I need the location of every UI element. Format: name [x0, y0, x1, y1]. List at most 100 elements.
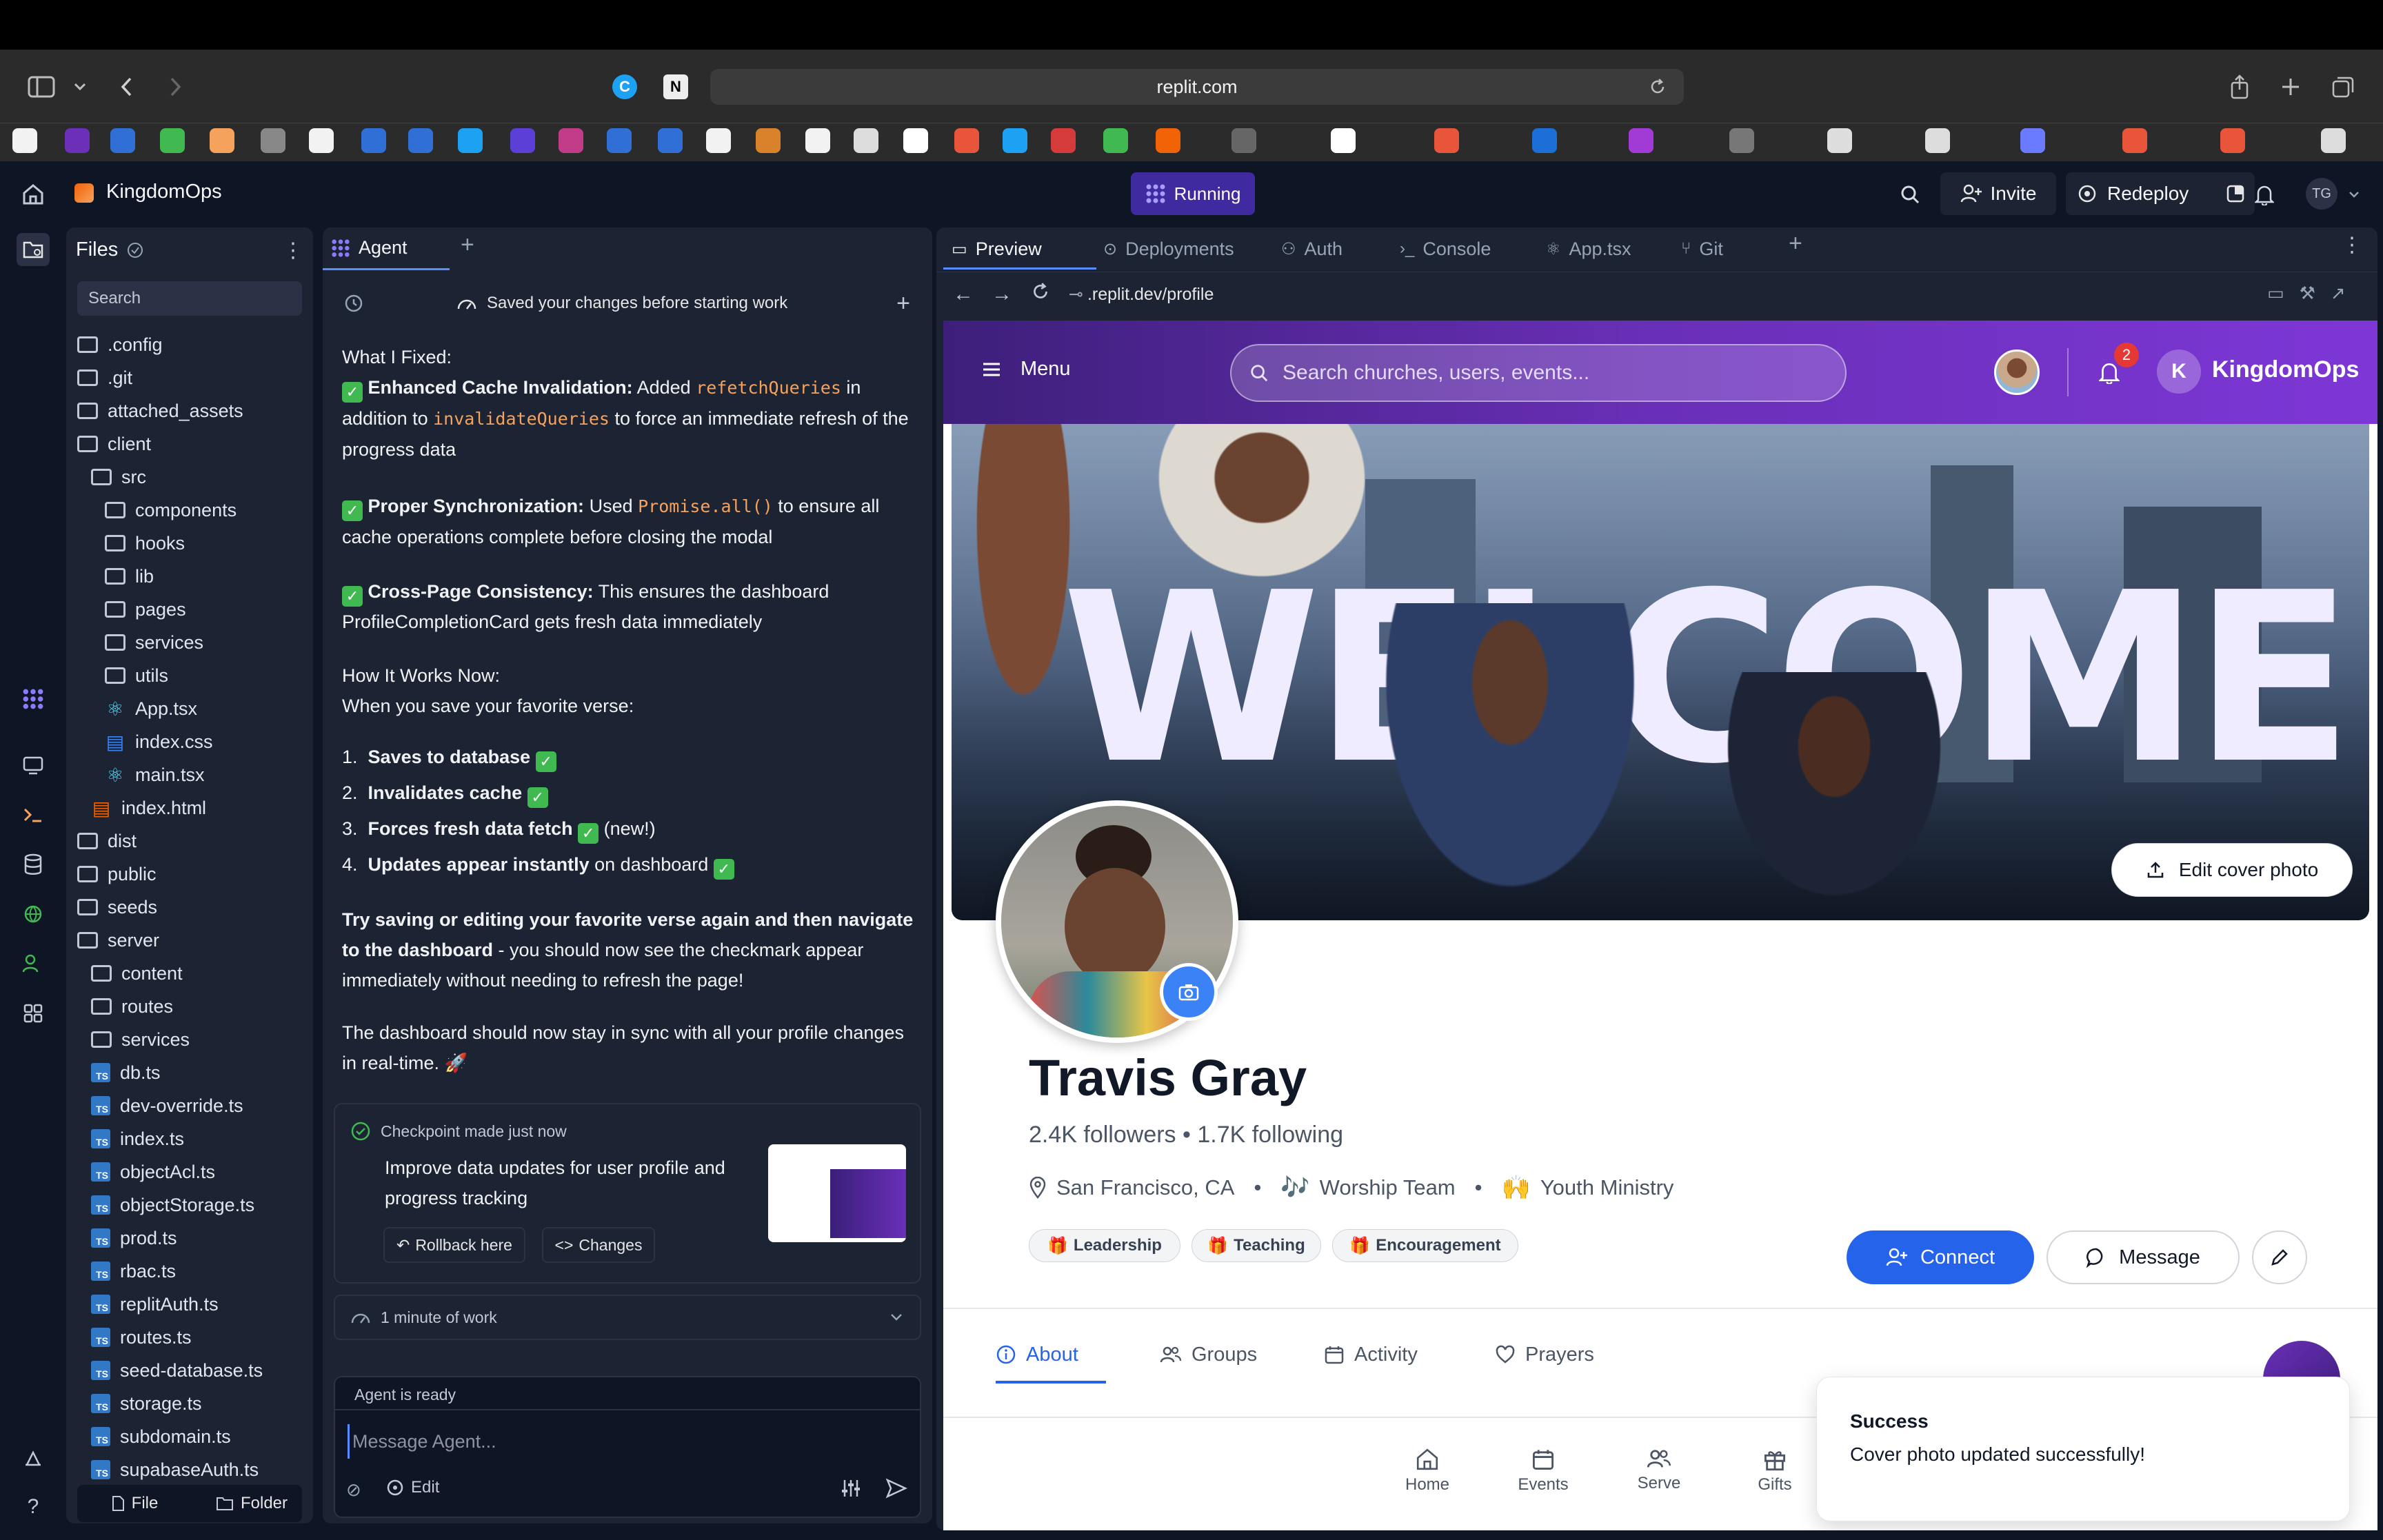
- folder-item[interactable]: routes: [91, 990, 173, 1023]
- new-file-button[interactable]: File: [83, 1488, 186, 1519]
- bookmark-icon[interactable]: [1729, 128, 1754, 153]
- tab-app-tsx[interactable]: ⚛ App.tsx: [1546, 234, 1631, 263]
- chevron-down-icon[interactable]: [2339, 179, 2369, 210]
- bookmark-icon[interactable]: [756, 128, 781, 153]
- extension-c-icon[interactable]: C: [612, 74, 637, 99]
- folder-item[interactable]: attached_assets: [77, 394, 243, 427]
- folder-item[interactable]: server: [77, 924, 159, 957]
- add-tab-icon[interactable]: +: [461, 232, 474, 259]
- follow-stats[interactable]: 2.4K followers • 1.7K following: [1029, 1122, 1343, 1148]
- bookmark-icon[interactable]: [1434, 128, 1459, 153]
- bookmark-icon[interactable]: [954, 128, 979, 153]
- file-item[interactable]: ▤ index.html: [91, 791, 206, 824]
- folder-item[interactable]: services: [91, 1023, 190, 1056]
- nav-gifts[interactable]: Gifts: [1727, 1448, 1823, 1495]
- work-time-row[interactable]: 1 minute of work: [334, 1295, 921, 1340]
- folder-item[interactable]: .config: [77, 328, 163, 361]
- users-icon[interactable]: [17, 947, 50, 980]
- tab-deployments[interactable]: ⊙ Deployments: [1103, 234, 1234, 263]
- bookmark-icon[interactable]: [559, 128, 583, 153]
- preview-menu-icon[interactable]: ⋮: [2342, 233, 2362, 257]
- new-tab-icon[interactable]: [2275, 72, 2306, 102]
- tab-agent[interactable]: Agent: [323, 227, 450, 270]
- file-item[interactable]: TS db.ts: [91, 1056, 161, 1089]
- folder-item[interactable]: dist: [77, 824, 137, 858]
- edit-cover-button[interactable]: Edit cover photo: [2111, 843, 2353, 897]
- bookmark-icon[interactable]: [1827, 128, 1852, 153]
- file-item[interactable]: TS dev-override.ts: [91, 1089, 243, 1122]
- sidebar-toggle-icon[interactable]: [26, 72, 57, 102]
- bookmark-icon[interactable]: [658, 128, 683, 153]
- bookmark-icon[interactable]: [2122, 128, 2147, 153]
- home-icon[interactable]: [17, 178, 50, 211]
- file-item[interactable]: TS routes.ts: [91, 1321, 192, 1354]
- folder-item[interactable]: client: [77, 427, 151, 460]
- user-avatar[interactable]: TG: [2306, 178, 2337, 210]
- file-item[interactable]: ⚛ App.tsx: [105, 692, 197, 725]
- bookmark-icon[interactable]: [1231, 128, 1256, 153]
- settings-sliders-icon[interactable]: [840, 1478, 862, 1499]
- folder-item[interactable]: content: [91, 957, 183, 990]
- bookmark-icon[interactable]: [854, 128, 878, 153]
- files-menu-icon[interactable]: ⋮: [283, 239, 303, 263]
- bookmark-icon[interactable]: [261, 128, 285, 153]
- folder-item[interactable]: .git: [77, 361, 132, 394]
- devices-icon[interactable]: ▭: [2267, 283, 2284, 304]
- notion-icon[interactable]: N: [663, 74, 688, 99]
- folder-item[interactable]: hooks: [105, 527, 185, 560]
- file-item[interactable]: ▤ index.css: [105, 725, 213, 758]
- file-item[interactable]: TS rbac.ts: [91, 1255, 176, 1288]
- preview-forward-icon[interactable]: →: [992, 283, 1012, 306]
- nav-serve[interactable]: Serve: [1611, 1448, 1707, 1493]
- tab-about[interactable]: About: [996, 1327, 1078, 1382]
- folder-item[interactable]: utils: [105, 659, 168, 692]
- bookmark-icon[interactable]: [903, 128, 928, 153]
- bookmark-icon[interactable]: [1103, 128, 1128, 153]
- files-icon[interactable]: [17, 233, 50, 266]
- folder-item[interactable]: src: [91, 460, 146, 494]
- forward-icon[interactable]: [160, 72, 190, 102]
- bookmark-icon[interactable]: [12, 128, 37, 153]
- wrench-icon[interactable]: ⚒: [2300, 283, 2315, 304]
- repl-name[interactable]: KingdomOps: [106, 181, 222, 203]
- folder-item[interactable]: components: [105, 494, 237, 527]
- bookmark-icon[interactable]: [706, 128, 731, 153]
- bookmark-icon[interactable]: [361, 128, 386, 153]
- new-folder-button[interactable]: Folder: [200, 1488, 303, 1519]
- preview-rail-icon[interactable]: [17, 749, 50, 782]
- bookmark-icon[interactable]: [309, 128, 334, 153]
- change-photo-button[interactable]: [1160, 963, 1218, 1021]
- folder-item[interactable]: lib: [105, 560, 154, 593]
- bookmark-icon[interactable]: [160, 128, 185, 153]
- preview-back-icon[interactable]: ←: [953, 283, 974, 306]
- run-status-button[interactable]: Running: [1131, 172, 1255, 215]
- file-item[interactable]: TS seed-database.ts: [91, 1354, 263, 1387]
- edit-profile-button[interactable]: [2252, 1230, 2307, 1284]
- bookmark-icon[interactable]: [805, 128, 830, 153]
- agent-rail-icon[interactable]: [17, 682, 50, 716]
- open-external-icon[interactable]: ↗: [2331, 283, 2346, 304]
- menu-button[interactable]: Menu: [982, 358, 1071, 381]
- notifications-bell-icon[interactable]: [2099, 361, 2120, 384]
- help-icon[interactable]: ?: [17, 1490, 50, 1523]
- bookmark-icon[interactable]: [510, 128, 535, 153]
- chevron-down-icon[interactable]: [65, 72, 95, 102]
- file-item[interactable]: TS index.ts: [91, 1122, 184, 1155]
- tab-console[interactable]: ›_ Console: [1400, 234, 1491, 263]
- attach-icon[interactable]: ⊘: [346, 1479, 361, 1501]
- bookmark-icon[interactable]: [2220, 128, 2245, 153]
- folder-item[interactable]: pages: [105, 593, 186, 626]
- tab-activity[interactable]: Activity: [1324, 1327, 1418, 1382]
- file-item[interactable]: TS objectAcl.ts: [91, 1155, 215, 1188]
- message-button[interactable]: Message: [2047, 1230, 2240, 1284]
- tab-preview[interactable]: ▭ Preview: [952, 234, 1042, 263]
- tab-git[interactable]: ⑂ Git: [1681, 234, 1723, 263]
- bookmark-icon[interactable]: [1629, 128, 1653, 153]
- globe-icon[interactable]: [17, 898, 50, 931]
- bookmark-icon[interactable]: [1532, 128, 1557, 153]
- invite-button[interactable]: Invite: [1940, 172, 2056, 215]
- tab-auth[interactable]: ⚇ Auth: [1281, 234, 1343, 263]
- preview-reload-icon[interactable]: [1030, 281, 1051, 302]
- send-icon[interactable]: [885, 1478, 907, 1499]
- edit-mode-button[interactable]: Edit: [386, 1478, 439, 1497]
